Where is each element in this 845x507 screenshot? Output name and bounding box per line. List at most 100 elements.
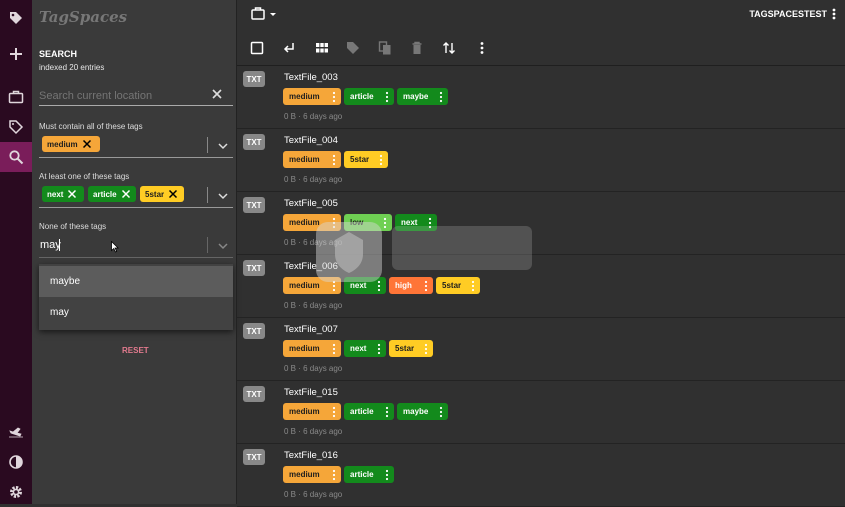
file-tag-label: article <box>350 407 374 416</box>
none-tags-input[interactable]: may <box>40 239 61 251</box>
tag-icon[interactable] <box>0 112 32 142</box>
location-more-icon[interactable] <box>830 7 838 21</box>
file-name: TextFile_007 <box>284 324 338 335</box>
file-tag[interactable]: medium <box>283 88 341 105</box>
copy-icon[interactable] <box>378 41 392 55</box>
location-name[interactable]: TAGSPACESTEST <box>749 9 827 19</box>
file-row[interactable]: TXT TextFile_004 medium 5star 0 B · 6 days a… <box>237 129 845 192</box>
gear-icon[interactable] <box>0 477 32 507</box>
airplane-icon[interactable] <box>0 417 32 447</box>
file-tag[interactable]: next <box>395 214 437 231</box>
file-tag[interactable]: medium <box>283 277 341 294</box>
tag-menu-icon[interactable] <box>372 340 386 357</box>
file-tag[interactable]: medium <box>283 214 341 231</box>
remove-tag-icon[interactable] <box>168 189 178 199</box>
tag-menu-icon[interactable] <box>327 214 341 231</box>
location-switcher-icon[interactable] <box>251 7 281 21</box>
atleast-tag-chip[interactable]: next <box>42 186 84 202</box>
tag-menu-icon[interactable] <box>419 277 433 294</box>
tag-menu-icon[interactable] <box>327 88 341 105</box>
file-tag[interactable]: 5star <box>344 151 388 168</box>
file-tag-label: high <box>395 281 412 290</box>
file-tag[interactable]: medium <box>283 340 341 357</box>
must-tag-chip[interactable]: medium <box>42 136 100 152</box>
file-meta: 0 B · 6 days ago <box>284 112 343 121</box>
tag-menu-icon[interactable] <box>466 277 480 294</box>
remove-tag-icon[interactable] <box>121 189 131 199</box>
suggestion-option[interactable]: may <box>39 297 233 328</box>
none-tags-field[interactable] <box>39 236 233 258</box>
file-type-badge[interactable]: TXT <box>243 134 265 150</box>
file-row[interactable]: TXT TextFile_005 medium low next 0 B · 6 days… <box>237 192 845 255</box>
file-type-badge[interactable]: TXT <box>243 260 265 276</box>
file-type-badge[interactable]: TXT <box>243 323 265 339</box>
chevron-down-icon[interactable] <box>216 189 230 203</box>
tag-menu-icon[interactable] <box>374 151 388 168</box>
tag-menu-icon[interactable] <box>434 403 448 420</box>
select-all-checkbox-icon[interactable] <box>250 41 264 55</box>
chevron-down-icon[interactable] <box>216 139 230 153</box>
tag-menu-icon[interactable] <box>380 403 394 420</box>
tag-menu-icon[interactable] <box>327 151 341 168</box>
tag-logo-icon[interactable] <box>0 3 32 33</box>
file-tag[interactable]: article <box>344 466 394 483</box>
file-row[interactable]: TXT TextFile_015 medium article maybe 0 B · 6… <box>237 381 845 444</box>
file-row[interactable]: TXT TextFile_003 medium article maybe 0 B · 6… <box>237 66 845 129</box>
file-tag-label: 5star <box>395 344 415 353</box>
search-input[interactable] <box>39 87 199 105</box>
file-tag[interactable]: high <box>389 277 433 294</box>
tag-menu-icon[interactable] <box>327 340 341 357</box>
file-row[interactable]: TXT TextFile_016 medium article 0 B · 6 days… <box>237 444 845 507</box>
file-tag[interactable]: medium <box>283 151 341 168</box>
grid-view-icon[interactable] <box>315 41 329 55</box>
file-tag[interactable]: 5star <box>436 277 480 294</box>
more-options-icon[interactable] <box>475 41 489 55</box>
file-tag[interactable]: maybe <box>397 403 448 420</box>
file-tag[interactable]: article <box>344 88 394 105</box>
remove-tag-icon[interactable] <box>67 189 77 199</box>
must-tags-field[interactable]: medium <box>39 136 233 158</box>
tag-menu-icon[interactable] <box>380 466 394 483</box>
file-tag[interactable]: 5star <box>389 340 433 357</box>
delete-icon[interactable] <box>410 41 424 55</box>
file-row[interactable]: TXT TextFile_007 medium next 5star 0 B · 6 da… <box>237 318 845 381</box>
atleast-tag-chip[interactable]: article <box>88 186 136 202</box>
contrast-icon[interactable] <box>0 447 32 477</box>
clear-search-icon[interactable] <box>211 88 223 100</box>
tag-menu-icon[interactable] <box>327 403 341 420</box>
file-type-badge[interactable]: TXT <box>243 386 265 402</box>
file-row[interactable]: TXT TextFile_006 medium next high 5star 0 B · … <box>237 255 845 318</box>
plus-icon[interactable] <box>0 39 32 69</box>
tag-menu-icon[interactable] <box>380 88 394 105</box>
file-tag[interactable]: article <box>344 403 394 420</box>
tag-menu-icon[interactable] <box>327 466 341 483</box>
atleast-tags-field[interactable]: next article 5star <box>39 186 233 208</box>
atleast-tag-chip[interactable]: 5star <box>140 186 184 202</box>
remove-tag-icon[interactable] <box>82 139 92 149</box>
file-type-badge[interactable]: TXT <box>243 449 265 465</box>
tag-chip-label: medium <box>47 139 78 149</box>
chevron-down-icon[interactable] <box>216 239 230 253</box>
parent-folder-icon[interactable] <box>282 41 296 55</box>
tag-menu-icon[interactable] <box>378 214 392 231</box>
file-tag[interactable]: next <box>344 340 386 357</box>
suggestion-option[interactable]: maybe <box>39 266 233 297</box>
tag-menu-icon[interactable] <box>372 277 386 294</box>
tag-menu-icon[interactable] <box>434 88 448 105</box>
tag-menu-icon[interactable] <box>327 277 341 294</box>
reset-button[interactable]: RESET <box>122 346 149 355</box>
file-tag-label: medium <box>289 155 320 164</box>
file-tag[interactable]: low <box>344 214 392 231</box>
tag-menu-icon[interactable] <box>419 340 433 357</box>
file-tag[interactable]: next <box>344 277 386 294</box>
file-type-badge[interactable]: TXT <box>243 197 265 213</box>
file-tag[interactable]: maybe <box>397 88 448 105</box>
file-tag[interactable]: medium <box>283 403 341 420</box>
tag-selected-icon[interactable] <box>346 41 360 55</box>
briefcase-icon[interactable] <box>0 82 32 112</box>
file-tag[interactable]: medium <box>283 466 341 483</box>
file-type-badge[interactable]: TXT <box>243 71 265 87</box>
tag-menu-icon[interactable] <box>423 214 437 231</box>
search-icon[interactable] <box>0 142 32 172</box>
sort-icon[interactable] <box>442 41 456 55</box>
